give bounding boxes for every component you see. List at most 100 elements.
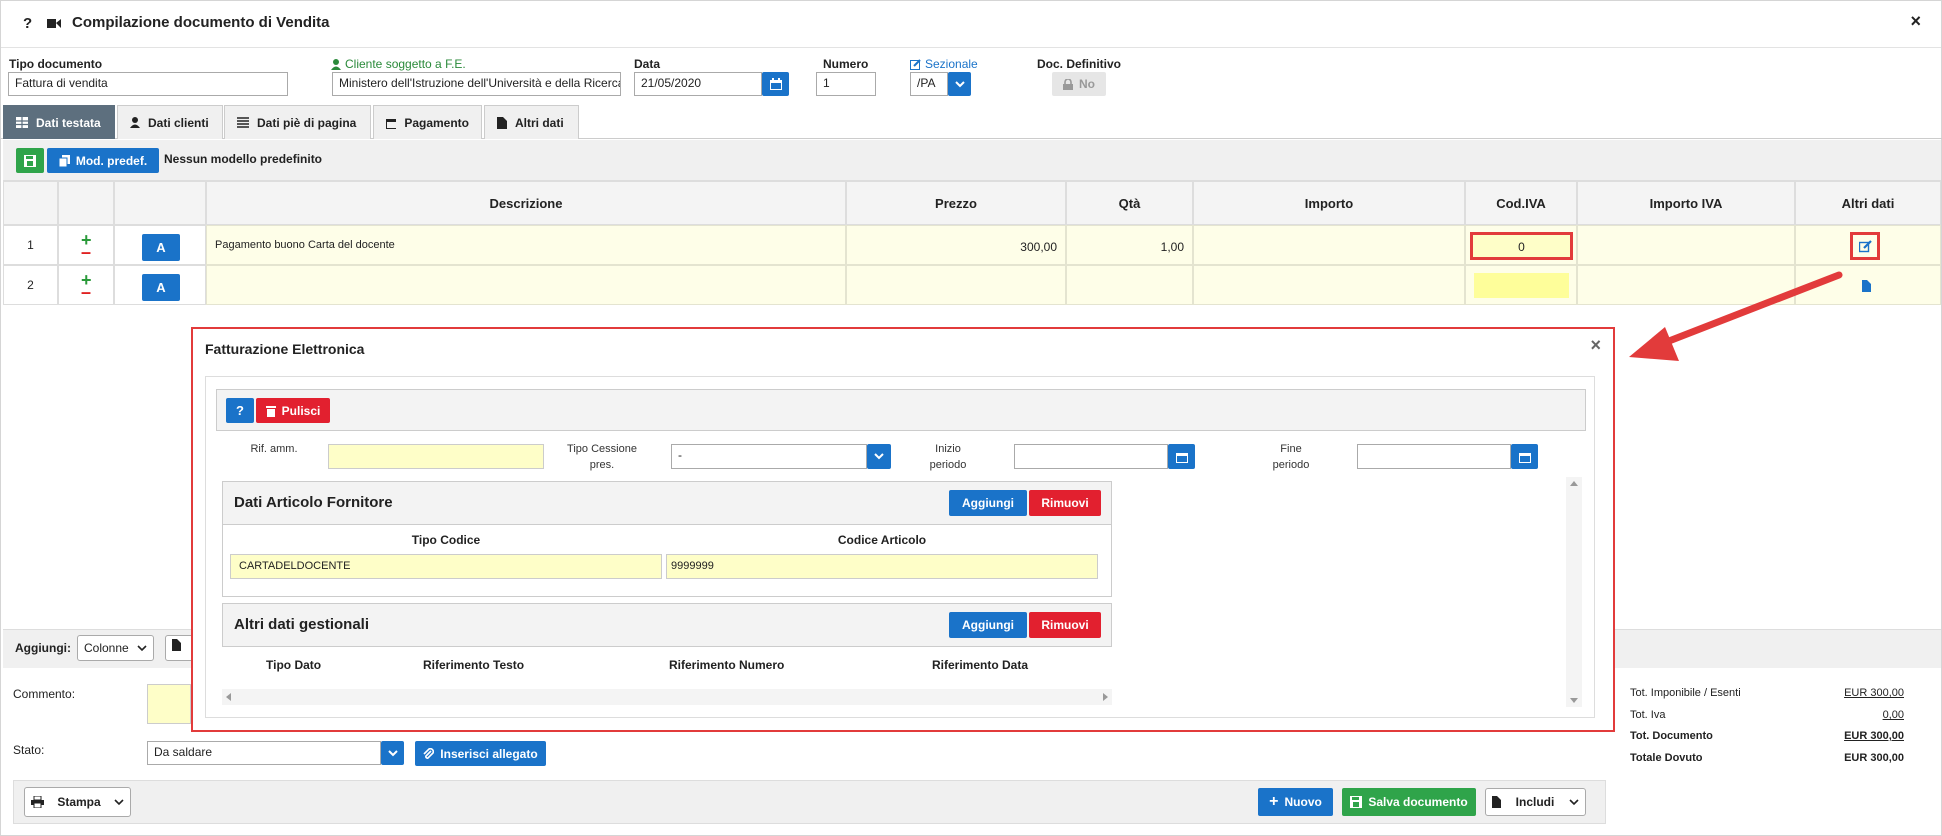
data-field[interactable]: 21/05/2020 (634, 72, 762, 96)
file-icon[interactable] (1862, 280, 1871, 292)
calendar-button[interactable] (762, 72, 789, 96)
numero-field[interactable]: 1 (816, 72, 876, 96)
descrizione-cell[interactable]: Pagamento buono Carta del docente (206, 225, 846, 265)
file-icon (1492, 796, 1501, 808)
cod-iva-field[interactable]: 0 (1470, 232, 1573, 260)
row-actions: + – (58, 225, 114, 265)
cliente-label: Cliente soggetto a F.E. (345, 57, 466, 71)
includi-label: Includi (1515, 795, 1555, 809)
save-icon-button[interactable] (16, 148, 44, 173)
fine-periodo-field[interactable] (1357, 444, 1511, 469)
colonne-label: Colonne (84, 641, 129, 655)
descrizione-cell[interactable] (206, 265, 846, 305)
includi-button[interactable]: Includi (1485, 788, 1586, 816)
vertical-scrollbar[interactable] (1566, 477, 1582, 707)
codice-articolo-field[interactable]: 9999999 (666, 554, 1098, 579)
tot-documento-value[interactable]: EUR 300,00 (1834, 730, 1904, 742)
col-importo-iva-header[interactable]: Importo IVA (1577, 181, 1795, 225)
inserisci-allegato-button[interactable]: Inserisci allegato (415, 741, 546, 766)
rif-amm-field[interactable] (328, 444, 544, 469)
nuovo-button[interactable]: + Nuovo (1258, 788, 1333, 816)
col-descrizione-header[interactable]: Descrizione (206, 181, 846, 225)
modal-title: Fatturazione Elettronica (205, 341, 365, 357)
tab-altri-dati[interactable]: Altri dati (484, 105, 579, 139)
row-actions: + – (58, 265, 114, 305)
close-icon[interactable]: × (1910, 11, 1921, 32)
remove-row-icon[interactable]: – (81, 283, 91, 301)
tab-dati-pie-di-pagina[interactable]: Dati piè di pagina (224, 105, 371, 139)
commento-field[interactable] (147, 684, 191, 724)
fine-periodo-label: Fine periodo (1272, 443, 1310, 471)
riferimento-testo-header: Riferimento Testo (423, 658, 525, 672)
tab-pagamento[interactable]: Pagamento (373, 105, 482, 139)
mod-predef-label: Mod. predef. (75, 153, 148, 168)
cliente-field[interactable]: Ministero dell'Istruzione dell'Universit… (332, 72, 621, 96)
table-icon (16, 117, 28, 128)
sezionale-field[interactable]: /PA (910, 72, 948, 96)
mod-predef-button[interactable]: Mod. predef. (47, 148, 159, 173)
qta-cell[interactable] (1066, 265, 1193, 305)
prezzo-cell[interactable] (846, 265, 1066, 305)
modal-help-button[interactable]: ? (226, 398, 254, 423)
totale-dovuto-value: EUR 300,00 (1844, 752, 1904, 764)
sec1-aggiungi-button[interactable]: Aggiungi (949, 490, 1027, 516)
title-bar: ? Compilazione documento di Vendita × (1, 1, 1941, 48)
video-icon (47, 19, 61, 28)
tipo-cessione-dropdown[interactable] (867, 444, 891, 469)
scroll-up-icon[interactable] (1570, 481, 1578, 486)
stato-dropdown[interactable] (381, 741, 404, 765)
qta-cell[interactable]: 1,00 (1066, 225, 1193, 265)
col-altri-dati-header[interactable]: Altri dati (1795, 181, 1941, 225)
sec2-rimuovi-button[interactable]: Rimuovi (1029, 612, 1101, 638)
prezzo-cell[interactable]: 300,00 (846, 225, 1066, 265)
edit-icon (1858, 239, 1872, 252)
save-icon (24, 154, 36, 167)
inizio-periodo-field[interactable] (1014, 444, 1168, 469)
tot-imponibile-value[interactable]: EUR 300,00 (1844, 687, 1904, 699)
tipo-cessione-select[interactable]: - (671, 444, 867, 469)
help-icon[interactable]: ? (23, 15, 32, 32)
doc-definitivo-toggle[interactable]: No (1052, 72, 1106, 96)
doc-definitivo-label: Doc. Definitivo (1037, 57, 1122, 71)
salva-documento-button[interactable]: Salva documento (1342, 788, 1476, 816)
tab-dati-testata[interactable]: Dati testata (3, 105, 115, 139)
inizio-calendar-button[interactable] (1168, 444, 1195, 469)
riferimento-numero-header: Riferimento Numero (669, 658, 785, 672)
cliente-label-wrap: Cliente soggetto a F.E. (331, 57, 466, 71)
scroll-right-icon[interactable] (1103, 693, 1108, 701)
col-cod-iva-header[interactable]: Cod.IVA (1465, 181, 1577, 225)
colonne-select[interactable]: Colonne (77, 635, 154, 661)
row-number: 2 (3, 265, 58, 305)
stato-select[interactable]: Da saldare (147, 741, 381, 765)
document-window: ? Compilazione documento di Vendita × Ti… (0, 0, 1942, 836)
col-importo-header[interactable]: Importo (1193, 181, 1465, 225)
inserisci-allegato-label: Inserisci allegato (440, 746, 538, 761)
sec2-aggiungi-button[interactable]: Aggiungi (949, 612, 1027, 638)
modal-close-icon[interactable]: × (1590, 335, 1601, 356)
calendar-icon (386, 118, 397, 129)
sec1-rimuovi-button[interactable]: Rimuovi (1029, 490, 1101, 516)
scroll-down-icon[interactable] (1570, 698, 1578, 703)
altri-dati-title: Altri dati gestionali (234, 616, 370, 633)
col-qta-header[interactable]: Qtà (1066, 181, 1193, 225)
horizontal-scrollbar[interactable] (222, 689, 1112, 705)
tipo-codice-field[interactable]: CARTADELDOCENTE (230, 554, 662, 579)
remove-row-icon[interactable]: – (81, 243, 91, 261)
rif-amm-label: Rif. amm. (250, 443, 298, 455)
tab-dati-clienti[interactable]: Dati clienti (117, 105, 223, 139)
fine-calendar-button[interactable] (1511, 444, 1538, 469)
article-button[interactable]: A (142, 234, 180, 261)
tipo-dato-header: Tipo Dato (266, 658, 322, 672)
sezionale-label-wrap[interactable]: Sezionale (910, 57, 978, 71)
tab-label: Dati clienti (148, 115, 209, 130)
cod-iva-field[interactable] (1474, 273, 1569, 298)
col-prezzo-header[interactable]: Prezzo (846, 181, 1066, 225)
stampa-button[interactable]: Stampa (24, 787, 131, 817)
altri-dati-edit-button[interactable] (1850, 232, 1880, 260)
article-button[interactable]: A (142, 274, 180, 301)
tot-iva-value[interactable]: 0,00 (1844, 709, 1904, 721)
sezionale-dropdown[interactable] (948, 72, 971, 96)
pulisci-button[interactable]: Pulisci (256, 398, 330, 423)
tipo-documento-field[interactable]: Fattura di vendita (8, 72, 288, 96)
scroll-left-icon[interactable] (226, 693, 231, 701)
